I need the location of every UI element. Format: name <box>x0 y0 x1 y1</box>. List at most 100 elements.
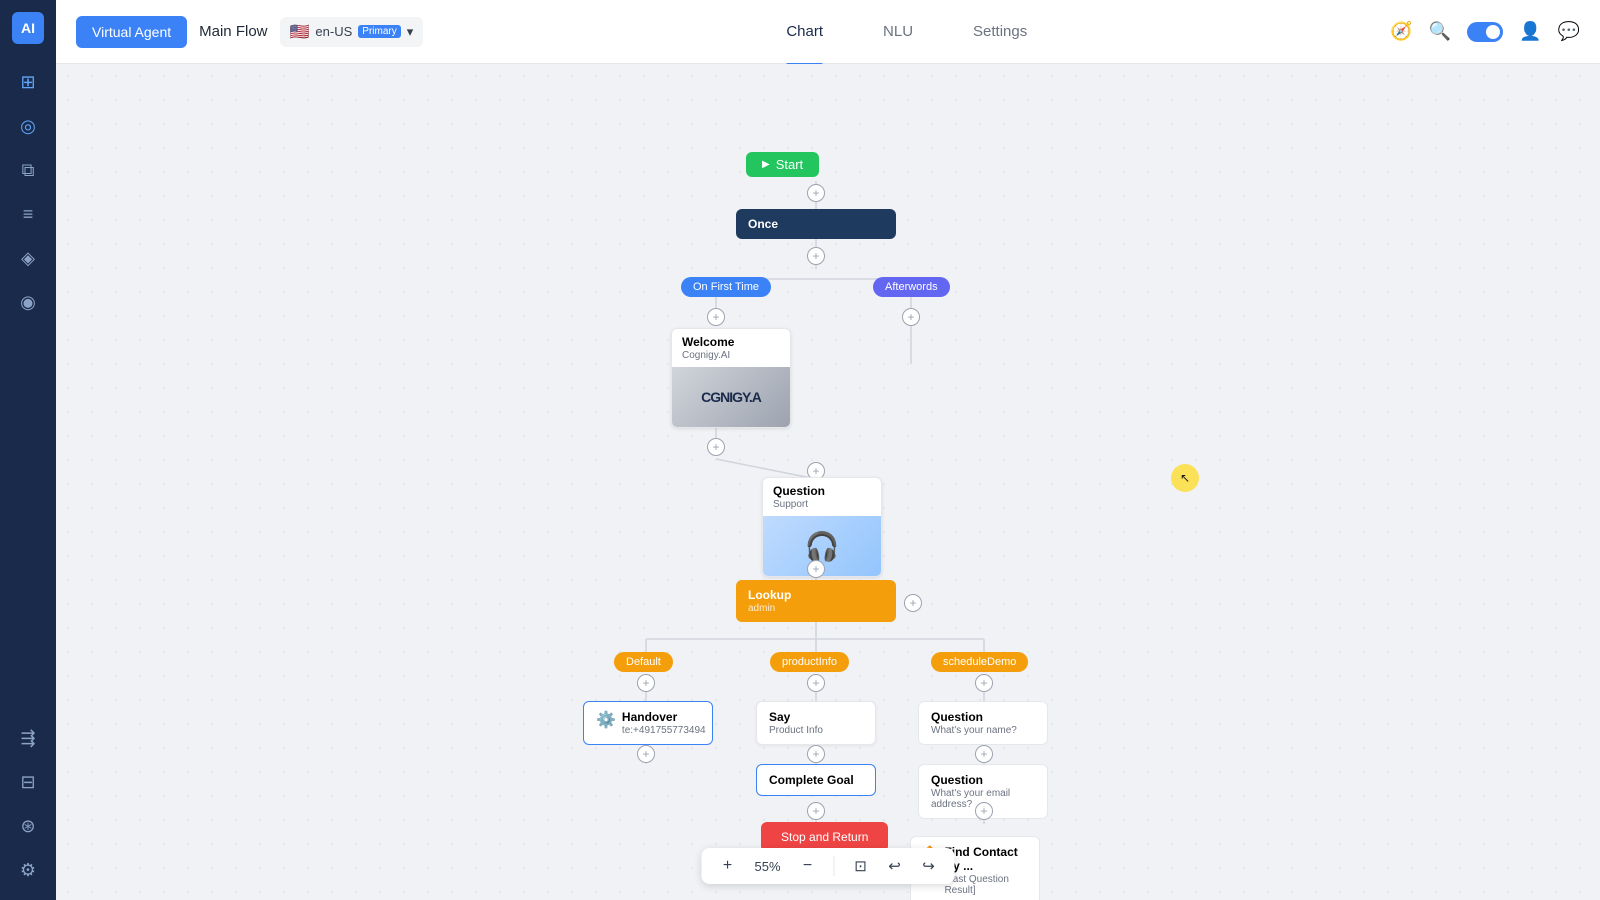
welcome-node-container: Welcome Cognigy.AI CGNIGY.A <box>671 328 791 428</box>
sidebar-item-integration[interactable]: ⊛ <box>10 808 46 844</box>
compass-icon[interactable]: 🧭 <box>1390 21 1412 42</box>
plus-icon[interactable]: + <box>975 745 993 763</box>
afterwords-badge-container: Afterwords <box>873 277 950 295</box>
add-after-welcome[interactable]: + <box>707 438 725 456</box>
toggle-button[interactable] <box>1467 22 1503 42</box>
language-code: en-US <box>315 24 352 39</box>
sidebar-item-bulb[interactable]: ◉ <box>10 284 46 320</box>
add-right-lookup[interactable]: + <box>904 594 922 612</box>
tab-nlu[interactable]: NLU <box>883 15 913 48</box>
complete-goal-node[interactable]: Complete Goal <box>756 764 876 796</box>
complete-goal-title: Complete Goal <box>769 773 863 787</box>
once-node-container: Once <box>736 209 896 239</box>
chat-icon[interactable]: 💬 <box>1558 21 1580 42</box>
say-product-container: Say Product Info <box>756 701 876 745</box>
lookup-node-title: Lookup <box>748 588 884 602</box>
add-after-goal[interactable]: + <box>807 802 825 820</box>
user-icon[interactable]: 👤 <box>1519 21 1541 42</box>
add-after-start[interactable]: + <box>807 184 825 202</box>
tab-settings[interactable]: Settings <box>973 15 1027 48</box>
question-support-title: Question <box>773 484 871 498</box>
on-first-time-badge[interactable]: On First Time <box>681 277 771 297</box>
add-after-say[interactable]: + <box>807 745 825 763</box>
add-after-product[interactable]: + <box>807 674 825 692</box>
once-node-label: Once <box>748 217 778 231</box>
welcome-node-sub: Cognigy.AI <box>682 350 780 361</box>
search-icon[interactable]: 🔍 <box>1429 21 1451 42</box>
language-badge: Primary <box>358 25 400 38</box>
add-after-after[interactable]: + <box>902 308 920 326</box>
afterwords-badge[interactable]: Afterwords <box>873 277 950 297</box>
on-first-time-badge-container: On First Time <box>681 277 771 295</box>
plus-icon[interactable]: + <box>807 247 825 265</box>
start-node[interactable]: ▶ Start <box>746 152 819 177</box>
product-info-badge[interactable]: productInfo <box>770 652 849 672</box>
main-flow-label: Main Flow <box>199 23 267 40</box>
sidebar-item-extension[interactable]: ⊟ <box>10 764 46 800</box>
add-after-once[interactable]: + <box>807 247 825 265</box>
question-name-node[interactable]: Question What's your name? <box>918 701 1048 745</box>
plus-icon[interactable]: + <box>637 674 655 692</box>
say-product-sub: Product Info <box>769 725 863 736</box>
add-after-handover[interactable]: + <box>637 745 655 763</box>
add-after-question[interactable]: + <box>807 560 825 578</box>
virtual-agent-button[interactable]: Virtual Agent <box>76 16 187 48</box>
undo-button[interactable]: ↩ <box>883 854 907 878</box>
sidebar-item-search[interactable]: ◈ <box>10 240 46 276</box>
plus-icon[interactable]: + <box>707 308 725 326</box>
schedule-demo-badge[interactable]: scheduleDemo <box>931 652 1028 672</box>
sidebar-item-layers[interactable]: ⧉ <box>10 152 46 188</box>
plus-icon[interactable]: + <box>975 674 993 692</box>
chevron-down-icon: ▾ <box>407 24 414 40</box>
product-info-badge-container: productInfo <box>770 652 849 670</box>
sidebar-item-list[interactable]: ≡ <box>10 196 46 232</box>
sidebar-item-flow[interactable]: ◎ <box>10 108 46 144</box>
default-badge[interactable]: Default <box>614 652 673 672</box>
tab-chart[interactable]: Chart <box>786 15 823 48</box>
plus-icon[interactable]: + <box>975 802 993 820</box>
topbar-icons: 🧭 🔍 👤 💬 <box>1390 21 1580 42</box>
handover-title: Handover <box>622 710 706 724</box>
flow-canvas[interactable]: ▶ Start + Once + On First Time Afterword… <box>56 64 1600 900</box>
default-badge-container: Default <box>614 652 673 670</box>
zoom-out-button[interactable]: − <box>796 854 820 878</box>
cognigy-logo: CGNIGY.A <box>701 389 761 405</box>
plus-icon[interactable]: + <box>807 560 825 578</box>
plus-icon[interactable]: + <box>904 594 922 612</box>
once-node[interactable]: Once <box>736 209 896 239</box>
lookup-node[interactable]: Lookup admin <box>736 580 896 622</box>
play-icon: ▶ <box>762 159 770 170</box>
add-after-schedule[interactable]: + <box>975 674 993 692</box>
add-after-first[interactable]: + <box>707 308 725 326</box>
question-name-title: Question <box>931 710 1035 724</box>
find-contact-title: Find Contact By ... <box>944 845 1029 873</box>
redo-button[interactable]: ↪ <box>917 854 941 878</box>
welcome-node[interactable]: Welcome Cognigy.AI CGNIGY.A <box>671 328 791 428</box>
plus-icon[interactable]: + <box>707 438 725 456</box>
question-email-title: Question <box>931 773 1035 787</box>
sidebar-item-grid[interactable]: ⊞ <box>10 64 46 100</box>
zoom-toolbar: + 55% − ⊡ ↩ ↪ <box>702 848 955 884</box>
sidebar-item-settings[interactable]: ⚙ <box>10 852 46 888</box>
add-after-email[interactable]: + <box>975 802 993 820</box>
welcome-node-image: CGNIGY.A <box>672 367 790 427</box>
add-after-default[interactable]: + <box>637 674 655 692</box>
add-after-q-name[interactable]: + <box>975 745 993 763</box>
plus-icon[interactable]: + <box>637 745 655 763</box>
sidebar-item-route[interactable]: ⇶ <box>10 720 46 756</box>
plus-icon[interactable]: + <box>807 184 825 202</box>
question-name-container: Question What's your name? <box>918 701 1048 745</box>
handover-node[interactable]: ⚙️ Handover te:+491755773494 <box>583 701 713 745</box>
zoom-in-button[interactable]: + <box>716 854 740 878</box>
say-product-node[interactable]: Say Product Info <box>756 701 876 745</box>
language-selector[interactable]: 🇺🇸 en-US Primary ▾ <box>280 17 424 47</box>
plus-icon[interactable]: + <box>902 308 920 326</box>
plus-icon[interactable]: + <box>807 674 825 692</box>
toolbar-separator <box>834 856 835 876</box>
zoom-level-display: 55% <box>750 859 786 874</box>
plus-icon[interactable]: + <box>807 802 825 820</box>
question-name-sub: What's your name? <box>931 725 1035 736</box>
question-support-sub: Support <box>773 499 871 510</box>
fit-screen-button[interactable]: ⊡ <box>849 854 873 878</box>
plus-icon[interactable]: + <box>807 745 825 763</box>
